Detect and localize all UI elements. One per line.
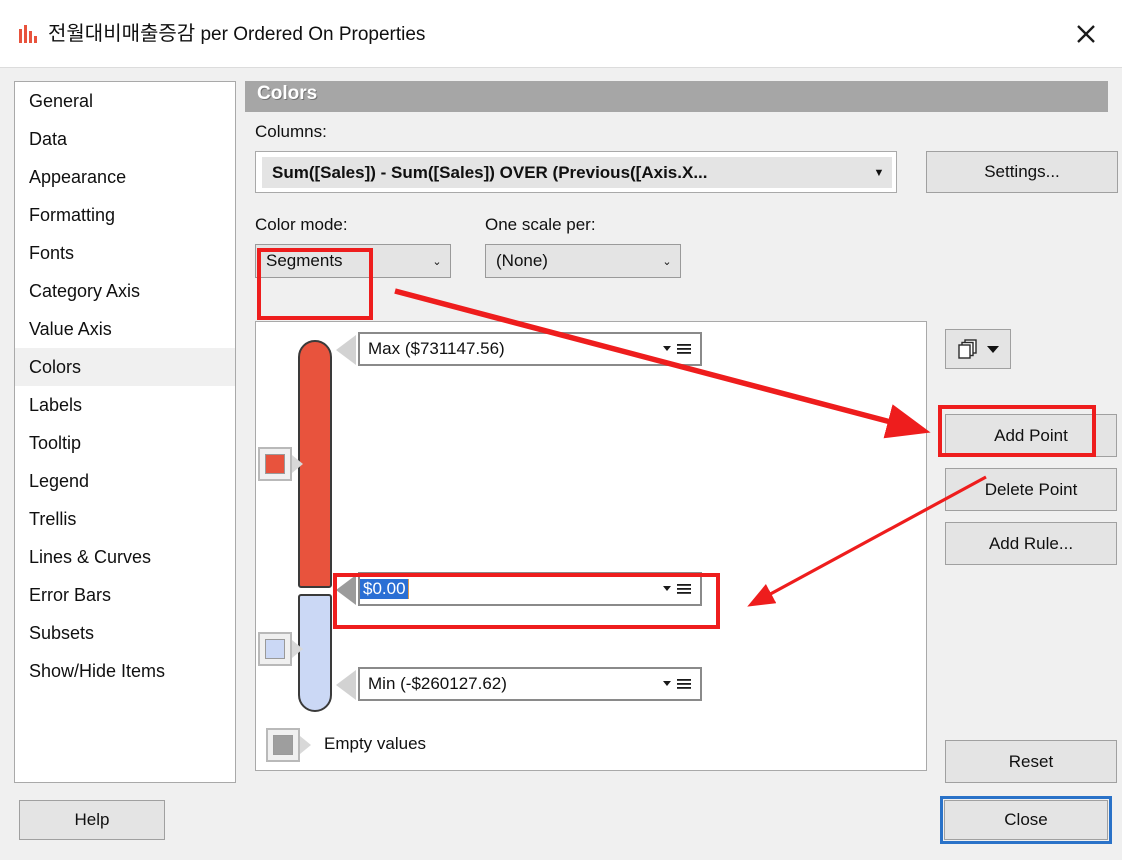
title-bar: 전월대비매출증감 per Ordered On Properties	[0, 0, 1122, 68]
sidebar-item-show-hide-items[interactable]: Show/Hide Items	[15, 652, 235, 690]
sidebar-item-tooltip[interactable]: Tooltip	[15, 424, 235, 462]
sidebar-item-value-axis[interactable]: Value Axis	[15, 310, 235, 348]
segment-color-swatch-bottom[interactable]	[258, 632, 292, 666]
help-button[interactable]: Help	[19, 800, 165, 840]
columns-combo-wrapper: Sum([Sales]) - Sum([Sales]) OVER (Previo…	[255, 151, 897, 193]
delete-point-button[interactable]: Delete Point	[945, 468, 1117, 511]
columns-label: Columns:	[255, 122, 327, 141]
sidebar-item-colors[interactable]: Colors	[15, 348, 235, 386]
sidebar-item-lines-curves[interactable]: Lines & Curves	[15, 538, 235, 576]
settings-category-list[interactable]: General Data Appearance Formatting Fonts…	[14, 81, 236, 783]
copy-icon	[957, 339, 977, 359]
chevron-down-icon: ⌄	[662, 255, 672, 268]
min-value-text: Min (-$260127.62)	[368, 674, 507, 693]
color-mode-label: Color mode:	[255, 215, 348, 234]
close-icon[interactable]	[1064, 14, 1108, 54]
one-scale-per-combo[interactable]: (None) ⌄	[485, 244, 681, 278]
page-title-rest: per Ordered On Properties	[195, 24, 426, 45]
max-field-icons[interactable]	[652, 342, 700, 356]
sidebar-item-error-bars[interactable]: Error Bars	[15, 576, 235, 614]
menu-icon[interactable]	[676, 677, 692, 691]
sidebar-item-fonts[interactable]: Fonts	[15, 234, 235, 272]
menu-icon[interactable]	[676, 342, 692, 356]
sidebar-item-labels[interactable]: Labels	[15, 386, 235, 424]
color-mode-combo[interactable]: Segments ⌄	[255, 244, 451, 278]
segment-color-swatch-top[interactable]	[258, 447, 292, 481]
chevron-down-icon: ⌄	[432, 255, 442, 268]
add-point-button[interactable]: Add Point	[945, 414, 1117, 457]
sidebar-item-subsets[interactable]: Subsets	[15, 614, 235, 652]
empty-values-swatch[interactable]	[266, 728, 300, 762]
add-rule-button[interactable]: Add Rule...	[945, 522, 1117, 565]
color-swatch-fill	[265, 454, 285, 474]
pane-header-label: Colors	[257, 83, 318, 104]
scale-point-handle-max[interactable]	[336, 335, 356, 365]
one-scale-per-value: (None)	[496, 251, 548, 270]
min-value-field[interactable]: Min (-$260127.62)	[358, 667, 702, 701]
properties-dialog: 전월대비매출증감 per Ordered On Properties Gener…	[0, 0, 1122, 860]
sidebar-item-trellis[interactable]: Trellis	[15, 500, 235, 538]
color-scale-editor: Max ($731147.56) $0.00 Min (-$260127.62)…	[255, 321, 927, 771]
chevron-down-icon: ▼	[873, 166, 885, 179]
sidebar-item-formatting[interactable]: Formatting	[15, 196, 235, 234]
sidebar-item-data[interactable]: Data	[15, 120, 235, 158]
scale-point-handle-mid[interactable]	[336, 575, 356, 605]
sidebar-item-category-axis[interactable]: Category Axis	[15, 272, 235, 310]
scale-segment-top[interactable]	[298, 340, 332, 588]
bar-chart-icon	[19, 25, 37, 43]
chevron-down-icon[interactable]	[662, 677, 672, 691]
dialog-body: General Data Appearance Formatting Fonts…	[0, 68, 1122, 860]
duplicate-dropdown-button[interactable]	[945, 329, 1011, 369]
page-title: 전월대비매출증감 per Ordered On Properties	[48, 17, 425, 52]
sidebar-item-general[interactable]: General	[15, 82, 235, 120]
max-value-field[interactable]: Max ($731147.56)	[358, 332, 702, 366]
mid-field-icons[interactable]	[652, 582, 700, 596]
columns-combo[interactable]: Sum([Sales]) - Sum([Sales]) OVER (Previo…	[262, 157, 892, 188]
sidebar-item-legend[interactable]: Legend	[15, 462, 235, 500]
color-mode-value: Segments	[266, 251, 343, 270]
max-value-text: Max ($731147.56)	[368, 339, 505, 358]
mid-value-text: $0.00	[360, 579, 409, 599]
menu-icon[interactable]	[676, 582, 692, 596]
columns-combo-value: Sum([Sales]) - Sum([Sales]) OVER (Previo…	[272, 162, 708, 182]
sidebar-item-appearance[interactable]: Appearance	[15, 158, 235, 196]
reset-button[interactable]: Reset	[945, 740, 1117, 783]
colors-pane: Colors Columns: Sum([Sales]) - Sum([Sale…	[245, 81, 1118, 783]
pane-header: Colors	[245, 81, 1108, 112]
empty-values-label: Empty values	[324, 734, 427, 753]
chevron-down-icon[interactable]	[662, 582, 672, 596]
one-scale-per-label: One scale per:	[485, 215, 596, 234]
scale-segment-bottom[interactable]	[298, 594, 332, 712]
swatch-tail-empty	[300, 736, 311, 754]
color-swatch-fill	[273, 735, 293, 755]
chevron-down-icon	[986, 346, 999, 353]
min-field-icons[interactable]	[652, 677, 700, 691]
settings-button[interactable]: Settings...	[926, 151, 1118, 193]
scale-point-handle-min[interactable]	[336, 670, 356, 700]
swatch-tail-top	[292, 455, 303, 473]
color-swatch-fill	[265, 639, 285, 659]
mid-value-field[interactable]: $0.00	[358, 572, 702, 606]
chevron-down-icon[interactable]	[662, 342, 672, 356]
close-button[interactable]: Close	[940, 796, 1112, 844]
swatch-tail-bottom	[292, 640, 303, 658]
page-title-korean: 전월대비매출증감	[48, 23, 196, 45]
